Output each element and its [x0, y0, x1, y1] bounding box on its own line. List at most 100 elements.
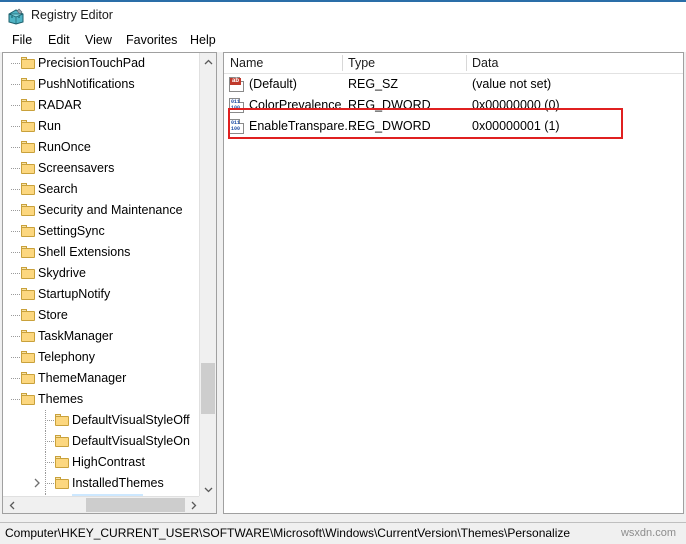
tree-item-label: DefaultVisualStyleOff	[72, 413, 190, 427]
tree-item-search[interactable]: Search	[3, 179, 199, 200]
tree-item-label: TaskManager	[38, 329, 114, 343]
tree-connector	[11, 315, 20, 317]
tree-scroll-thumb[interactable]	[201, 363, 215, 414]
tree-item-label: Themes	[38, 392, 84, 406]
tree-item-thememanager[interactable]: ThemeManager	[3, 368, 199, 389]
tree-item-pushnotifications[interactable]: PushNotifications	[3, 74, 199, 95]
chevron-right-icon[interactable]	[33, 478, 42, 488]
tree-item-label: RunOnce	[38, 140, 91, 154]
menu-view[interactable]: View	[81, 32, 116, 48]
value-name: EnableTranspare...	[249, 119, 355, 133]
value-row[interactable]: 011 100 ColorPrevalence REG_DWORD 0x00000000…	[224, 95, 683, 116]
tree-item-startupnotify[interactable]: StartupNotify	[3, 284, 199, 305]
tree-item-shell-extensions[interactable]: Shell Extensions	[3, 242, 199, 263]
menu-bar: File Edit View Favorites Help	[0, 28, 686, 52]
tree-item-label: Search	[38, 182, 78, 196]
tree-item-label: InstalledThemes	[72, 476, 164, 490]
tree-item-skydrive[interactable]: Skydrive	[3, 263, 199, 284]
dword-value-icon: 011 100	[229, 98, 244, 113]
folder-icon	[21, 78, 35, 90]
tree-item-label: HighContrast	[72, 455, 145, 469]
folder-icon	[55, 477, 69, 489]
value-row[interactable]: ab (Default) REG_SZ (value not set)	[224, 74, 683, 95]
tree-horizontal-scrollbar[interactable]	[3, 496, 199, 513]
tree-connector	[11, 105, 20, 107]
folder-icon	[21, 225, 35, 237]
tree-item-themes[interactable]: Themes	[3, 389, 199, 410]
column-header-type[interactable]: Type	[342, 53, 466, 73]
tree-item-runonce[interactable]: RunOnce	[3, 137, 199, 158]
tree-connector	[11, 378, 20, 380]
tree-connector	[11, 189, 20, 191]
folder-icon	[21, 372, 35, 384]
tree-item-label: PushNotifications	[38, 77, 135, 91]
folder-icon	[21, 246, 35, 258]
tree-connector	[11, 63, 20, 65]
values-column-header: Name Type Data	[224, 53, 683, 74]
tree-item-radar[interactable]: RADAR	[3, 95, 199, 116]
tree-hscroll-thumb[interactable]	[86, 498, 185, 512]
folder-icon	[21, 288, 35, 300]
value-type: REG_DWORD	[348, 98, 431, 112]
menu-favorites[interactable]: Favorites	[122, 32, 181, 48]
scroll-left-arrow-icon[interactable]	[3, 497, 20, 513]
scroll-up-arrow-icon[interactable]	[200, 53, 216, 70]
tree-item-label: Telephony	[38, 350, 95, 364]
tree-item-precisiontouchpad[interactable]: PrecisionTouchPad	[3, 53, 199, 74]
dword-value-icon: 011 100	[229, 119, 244, 134]
tree-item-defaultvisualstyleon[interactable]: DefaultVisualStyleOn	[3, 431, 199, 452]
value-name: ColorPrevalence	[249, 98, 342, 112]
watermark: wsxdn.com	[620, 527, 676, 539]
folder-icon	[21, 120, 35, 132]
tree-connector	[11, 231, 20, 233]
column-header-data[interactable]: Data	[466, 53, 683, 73]
title-bar: Registry Editor	[0, 2, 686, 28]
tree-connector	[11, 294, 20, 296]
tree-connector	[11, 357, 20, 359]
tree-item-installedthemes[interactable]: InstalledThemes	[3, 473, 199, 494]
folder-icon	[21, 204, 35, 216]
tree-item-label: DefaultVisualStyleOn	[72, 434, 190, 448]
tree-item-label: Screensavers	[38, 161, 115, 175]
tree-item-highcontrast[interactable]: HighContrast	[3, 452, 199, 473]
window-title: Registry Editor	[31, 8, 113, 22]
status-bar: Computer\HKEY_CURRENT_USER\SOFTWARE\Micr…	[0, 522, 686, 544]
tree-item-settingsync[interactable]: SettingSync	[3, 221, 199, 242]
string-value-icon: ab	[229, 77, 244, 92]
tree-vertical-scrollbar[interactable]	[199, 53, 216, 498]
folder-icon	[21, 183, 35, 195]
status-path: Computer\HKEY_CURRENT_USER\SOFTWARE\Micr…	[5, 526, 571, 540]
folder-icon	[21, 99, 35, 111]
folder-icon	[55, 435, 69, 447]
tree-item-security-and-maintenance[interactable]: Security and Maintenance	[3, 200, 199, 221]
tree-item-label: Security and Maintenance	[38, 203, 183, 217]
value-type: REG_SZ	[348, 77, 399, 91]
tree-item-defaultvisualstyleoff[interactable]: DefaultVisualStyleOff	[3, 410, 199, 431]
value-data: 0x00000001 (1)	[472, 119, 560, 133]
folder-icon	[55, 414, 69, 426]
value-data: (value not set)	[472, 77, 552, 91]
column-header-name[interactable]: Name	[224, 53, 342, 73]
tree-item-run[interactable]: Run	[3, 116, 199, 137]
tree-connector	[11, 336, 20, 338]
folder-icon	[21, 267, 35, 279]
tree-item-store[interactable]: Store	[3, 305, 199, 326]
tree-item-label: Run	[38, 119, 61, 133]
menu-file[interactable]: File	[8, 32, 36, 48]
tree-item-telephony[interactable]: Telephony	[3, 347, 199, 368]
value-row[interactable]: 011 100 EnableTranspare... REG_DWORD 0x00000…	[224, 116, 683, 137]
tree-item-label: StartupNotify	[38, 287, 111, 301]
tree-connector	[11, 210, 20, 212]
tree-connector	[11, 126, 20, 128]
registry-editor-window: Registry Editor File Edit View Favorites…	[0, 0, 686, 544]
tree-item-screensavers[interactable]: Screensavers	[3, 158, 199, 179]
tree-item-label: Skydrive	[38, 266, 86, 280]
tree-item-label: PrecisionTouchPad	[38, 56, 146, 70]
menu-edit[interactable]: Edit	[44, 32, 74, 48]
tree-connector	[11, 252, 20, 254]
folder-icon	[21, 309, 35, 321]
tree-item-taskmanager[interactable]: TaskManager	[3, 326, 199, 347]
value-data: 0x00000000 (0)	[472, 98, 560, 112]
menu-help[interactable]: Help	[186, 32, 220, 48]
tree-connector	[11, 273, 20, 275]
